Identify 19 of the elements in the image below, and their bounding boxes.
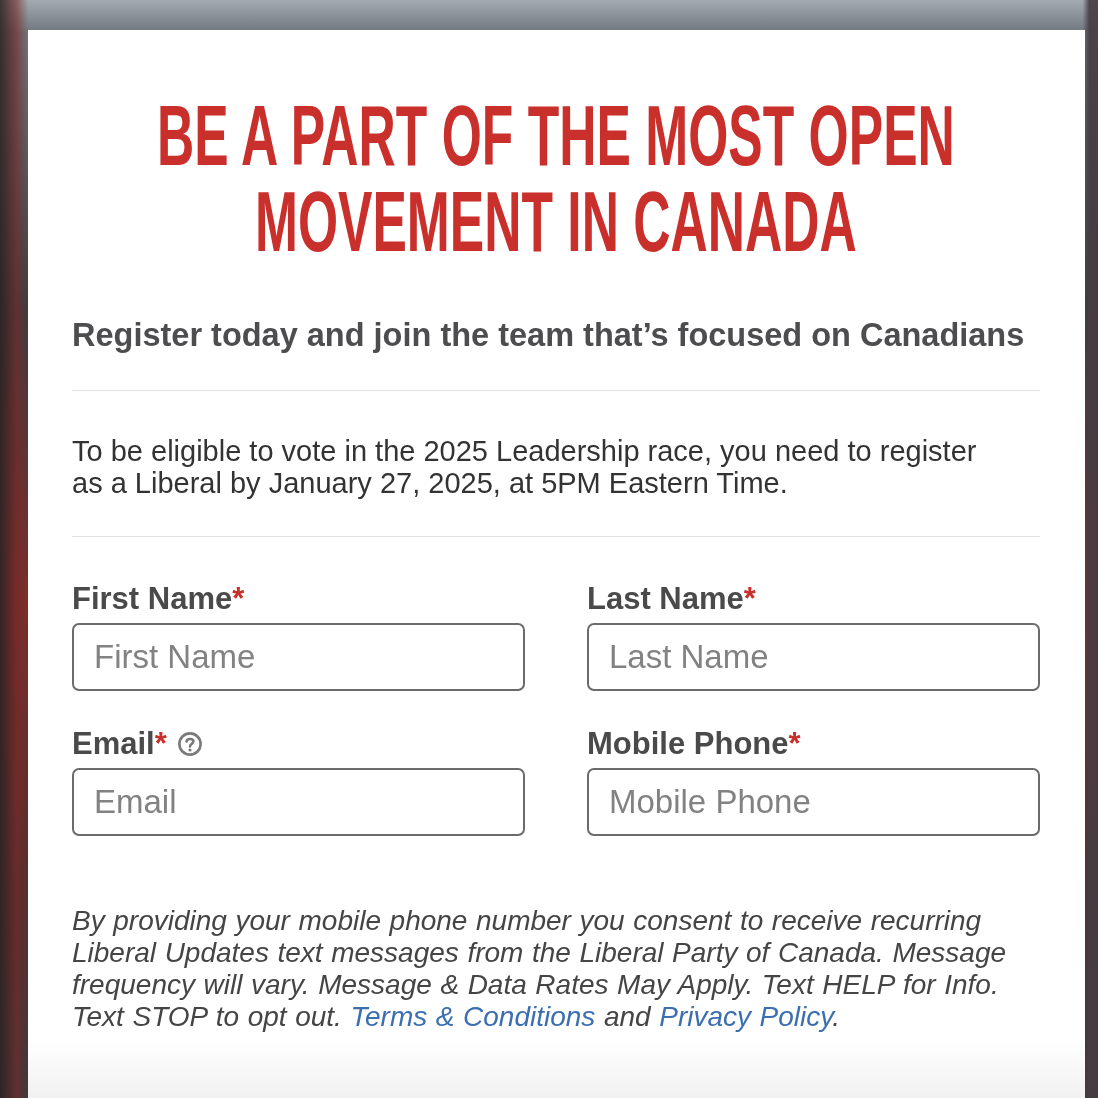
text-input-field[interactable]: Mobile Phone: [587, 768, 1040, 836]
field-label: Mobile Phone: [587, 727, 789, 761]
text-input-field[interactable]: Email: [72, 768, 525, 836]
help-icon[interactable]: [177, 732, 202, 756]
text-link[interactable]: Privacy Policy: [659, 1001, 833, 1032]
eligibility-notice: To be eligible to vote in the 2025 Leadership race, you need to register as a Liberal by January 27, 2025, at 5PM Eastern Time.: [72, 435, 978, 499]
text-link[interactable]: Terms & Conditions: [350, 1001, 596, 1032]
field-label: Last Name: [587, 582, 744, 616]
field-label: Email: [72, 727, 155, 761]
text-input-field[interactable]: First Name: [72, 623, 525, 691]
subtitle-text: Register today and join the team that’s focused on Canadians: [72, 316, 1026, 354]
consent-paragraph: By providing your mobile phone number you consent to receive recurring Liberal Updates text messages from the Liberal Party of Canada. Message frequency will vary. Message & Data Rates May Apply. Text HELP for Info. Text STOP to opt out. Terms & Conditions and Privacy Policy.: [72, 905, 1008, 1033]
field-label: First Name: [72, 582, 233, 616]
text-input-field[interactable]: Last Name: [587, 623, 1040, 691]
required-asterisk: *: [154, 727, 167, 761]
page-heading: BE A PART OF THE MOST OPEN MOVEMENT IN CANADA: [155, 92, 956, 264]
required-asterisk: *: [788, 727, 801, 761]
required-asterisk: *: [743, 582, 756, 616]
required-asterisk: *: [232, 582, 245, 616]
